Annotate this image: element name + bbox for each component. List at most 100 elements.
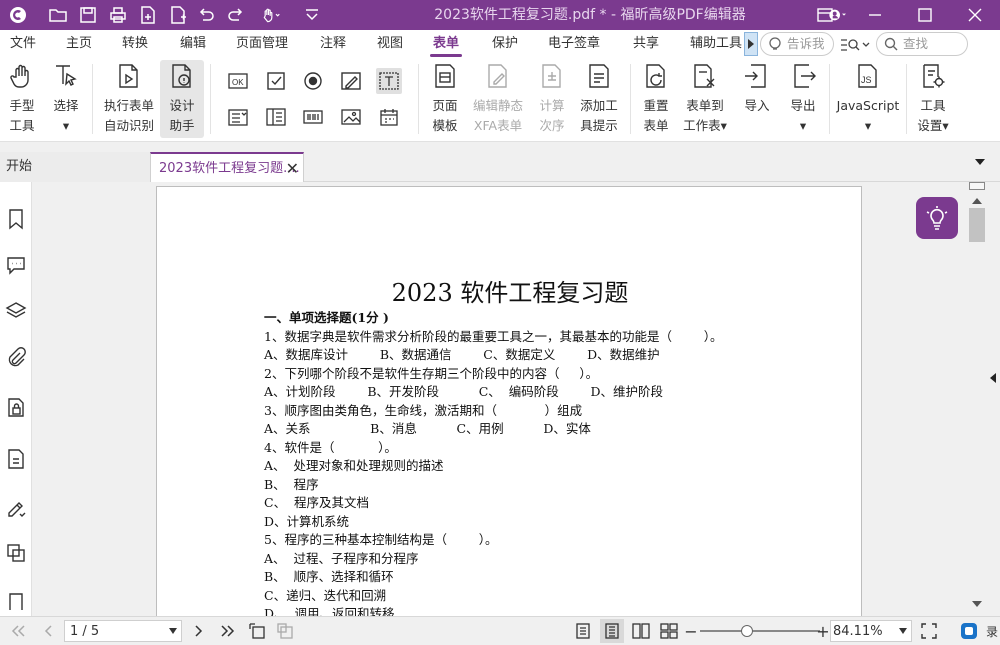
window-title: 2023软件工程复习题.pdf * - 福昕高级PDF编辑器 <box>434 7 746 23</box>
layers-icon[interactable] <box>5 300 27 322</box>
page-template-button[interactable]: 页面 模板 <box>426 62 464 136</box>
page-number-input[interactable]: 1 / 5 <box>64 620 182 642</box>
tell-me-input[interactable]: 告诉我 <box>760 32 834 56</box>
customize-quick-access-icon[interactable] <box>298 0 326 30</box>
select-tool-button[interactable]: 选择 ▾ <box>48 62 84 136</box>
zoom-slider-track[interactable] <box>700 630 820 632</box>
facing-view-icon[interactable] <box>630 617 652 645</box>
hand-tool-button[interactable]: 手型 工具 <box>4 62 40 136</box>
previous-page-icon[interactable] <box>36 617 60 645</box>
fit-width-icon[interactable] <box>274 617 296 645</box>
tab-close-icon[interactable]: ✕ <box>286 154 299 184</box>
continuous-facing-view-icon[interactable] <box>658 617 680 645</box>
menu-file[interactable]: 文件 <box>10 30 36 58</box>
tab-start[interactable]: 开始 <box>0 152 150 182</box>
scroll-up-icon[interactable] <box>971 194 983 209</box>
combo-box-icon[interactable] <box>227 106 249 128</box>
tab-document[interactable]: 2023软件工程复习题.... ✕ <box>150 152 304 182</box>
separator <box>630 64 631 134</box>
foxit-logo-icon[interactable] <box>4 0 32 30</box>
search-input[interactable]: 查找 <box>876 32 968 56</box>
menu-comment[interactable]: 注释 <box>320 30 346 58</box>
button-field-icon[interactable]: OK <box>227 70 249 92</box>
menu-edit[interactable]: 编辑 <box>180 30 206 58</box>
image-field-icon[interactable] <box>340 106 362 128</box>
tool-settings-label: 工具 设置▾ <box>917 98 949 133</box>
scroll-split-handle[interactable] <box>969 182 985 190</box>
add-tooltip-button[interactable]: 添加工 具提示 <box>576 62 622 136</box>
document-viewport: 2023 软件工程复习题 一、单项选择题(1分 ) 1、数据字典是软件需求分析阶… <box>33 182 967 616</box>
collapse-right-panel-icon[interactable] <box>989 372 997 388</box>
list-box-icon[interactable] <box>265 106 287 128</box>
checkbox-field-icon[interactable] <box>265 70 287 92</box>
export-button[interactable]: 导出 ▾ <box>786 62 820 136</box>
import-button[interactable]: 导入 <box>742 62 772 116</box>
comment-icon[interactable] <box>5 254 27 276</box>
edit-static-xfa-button[interactable]: 编辑静态 XFA表单 <box>470 62 526 136</box>
open-folder-icon[interactable] <box>44 0 72 30</box>
tool-settings-button[interactable]: 工具 设置▾ <box>912 62 954 136</box>
tab-list-dropdown-icon[interactable] <box>974 156 986 171</box>
search-options-icon[interactable] <box>840 36 872 54</box>
doc-line: B、 程序 <box>264 476 319 492</box>
content-icon[interactable] <box>5 590 27 612</box>
attachment-icon[interactable] <box>5 346 27 368</box>
svg-text:OK: OK <box>232 78 244 87</box>
hand-dropdown-icon[interactable] <box>254 0 288 30</box>
doc-line: C、递归、迭代和回溯 <box>264 587 387 603</box>
continuous-view-icon[interactable] <box>600 619 624 643</box>
ribbon-toggle-icon[interactable] <box>800 0 850 30</box>
fullscreen-icon[interactable] <box>918 617 940 645</box>
menu-e-signature[interactable]: 电子签章 <box>548 30 600 58</box>
menu-convert[interactable]: 转换 <box>122 30 148 58</box>
menu-view[interactable]: 视图 <box>377 30 403 58</box>
print-icon[interactable] <box>104 0 132 30</box>
security-lock-icon[interactable] <box>5 396 27 418</box>
new-doc-icon[interactable] <box>134 0 162 30</box>
menu-accessibility[interactable]: 辅助工具 <box>690 30 742 58</box>
design-assistant-button[interactable]: 设计 助手 <box>160 60 204 138</box>
zoom-out-icon[interactable]: − <box>684 617 698 645</box>
javascript-button[interactable]: JS JavaScript ▾ <box>836 62 900 136</box>
add-page-icon[interactable] <box>164 0 192 30</box>
close-icon[interactable] <box>950 0 1000 30</box>
first-page-icon[interactable] <box>6 617 30 645</box>
menu-protect[interactable]: 保护 <box>492 30 518 58</box>
calc-order-button[interactable]: 计算 次序 <box>534 62 570 136</box>
fit-page-icon[interactable] <box>246 617 268 645</box>
undo-icon[interactable] <box>192 0 220 30</box>
redo-icon[interactable] <box>222 0 250 30</box>
save-icon[interactable] <box>74 0 102 30</box>
next-page-icon[interactable] <box>188 617 210 645</box>
scroll-thumb[interactable] <box>969 208 985 242</box>
last-page-icon[interactable] <box>216 617 240 645</box>
text-field-icon[interactable] <box>376 68 402 94</box>
signature-field-icon[interactable] <box>340 70 362 92</box>
minimize-icon[interactable] <box>850 0 900 30</box>
run-form-recognition-button[interactable]: 执行表单 自动识别 <box>100 62 158 136</box>
bookmark-icon[interactable] <box>5 208 27 230</box>
menu-form[interactable]: 表单 <box>429 30 463 58</box>
copy-pages-icon[interactable] <box>5 542 27 564</box>
radio-field-icon[interactable] <box>302 70 324 92</box>
zoom-in-icon[interactable]: + <box>816 617 830 645</box>
signature-pen-icon[interactable] <box>5 496 27 518</box>
scroll-down-icon[interactable] <box>971 597 983 612</box>
menu-share[interactable]: 共享 <box>633 30 659 58</box>
smart-assistant-bulb-icon[interactable] <box>916 197 958 239</box>
zoom-level-select[interactable]: 84.11% <box>830 620 912 642</box>
vertical-scrollbar[interactable] <box>967 182 987 616</box>
single-page-view-icon[interactable] <box>572 617 594 645</box>
menu-home[interactable]: 主页 <box>66 30 92 58</box>
doc-line: A、 处理对象和处理规则的描述 <box>264 458 444 473</box>
maximize-icon[interactable] <box>900 0 950 30</box>
reset-form-button[interactable]: 重置 表单 <box>638 62 674 136</box>
date-field-icon[interactable] <box>378 106 400 128</box>
menu-page-manage[interactable]: 页面管理 <box>236 30 288 58</box>
app-badge-icon[interactable] <box>958 617 980 645</box>
menu-scroll-right-icon[interactable] <box>744 32 758 56</box>
form-to-sheet-button[interactable]: 表单到 工作表▾ <box>680 62 730 136</box>
barcode-field-icon[interactable] <box>302 106 324 128</box>
page-thumbnail-icon[interactable] <box>5 448 27 470</box>
zoom-slider-thumb[interactable] <box>741 625 753 637</box>
